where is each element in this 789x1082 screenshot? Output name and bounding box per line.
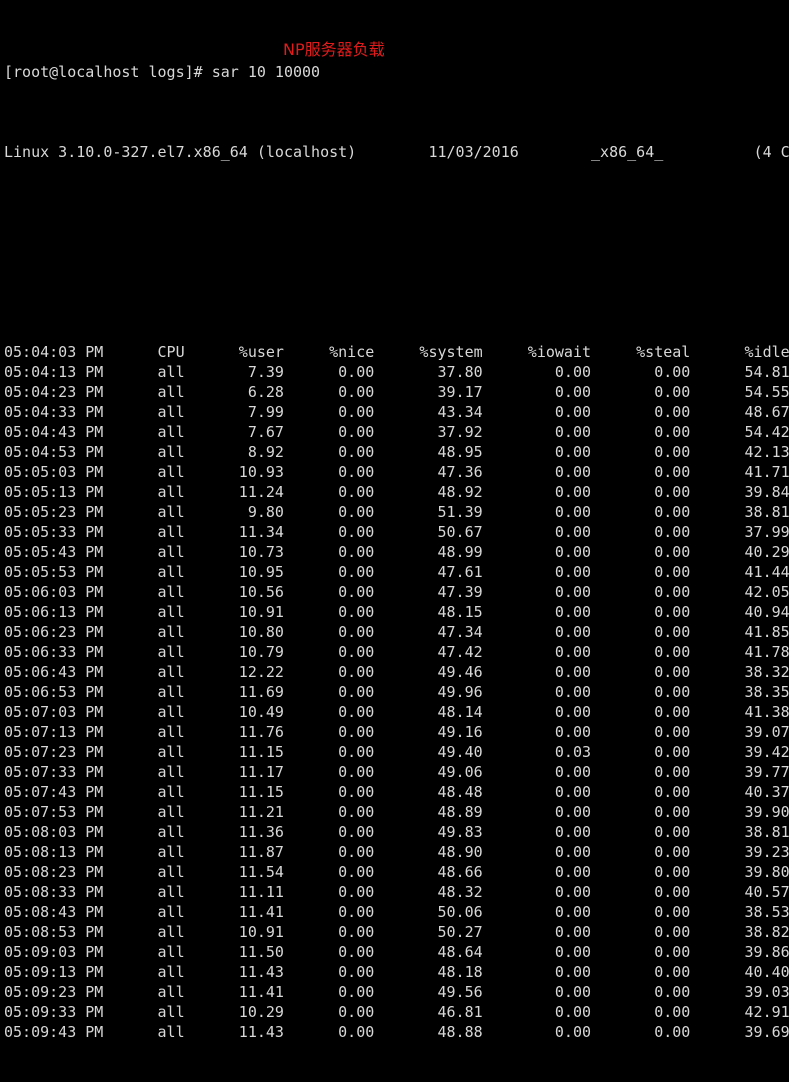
sar-system-info-line: Linux 3.10.0-327.el7.x86_64 (localhost) … <box>0 142 789 162</box>
sar-date: 11/03/2016 <box>428 143 519 161</box>
table-row: 05:04:13 PM all 7.39 0.00 37.80 0.00 0.0… <box>4 363 789 381</box>
table-row: 05:05:53 PM all 10.95 0.00 47.61 0.00 0.… <box>4 563 789 581</box>
table-row: 05:04:43 PM all 7.67 0.00 37.92 0.00 0.0… <box>4 423 789 441</box>
table-row: 05:07:43 PM all 11.15 0.00 48.48 0.00 0.… <box>4 783 789 801</box>
table-row: 05:06:43 PM all 12.22 0.00 49.46 0.00 0.… <box>4 663 789 681</box>
shell-prompt-line: [root@localhost logs]# sar 10 10000 <box>4 63 321 81</box>
table-row: 05:08:03 PM all 11.36 0.00 49.83 0.00 0.… <box>4 823 789 841</box>
sar-spacer-2 <box>519 143 591 161</box>
sar-spacer-1 <box>356 143 428 161</box>
table-row: 05:05:43 PM all 10.73 0.00 48.99 0.00 0.… <box>4 543 789 561</box>
table-row: 05:07:23 PM all 11.15 0.00 49.40 0.03 0.… <box>4 743 789 761</box>
table-row: 05:08:53 PM all 10.91 0.00 50.27 0.00 0.… <box>4 923 789 941</box>
table-row: 05:05:03 PM all 10.93 0.00 47.36 0.00 0.… <box>4 463 789 481</box>
table-row: 05:09:23 PM all 11.41 0.00 49.56 0.00 0.… <box>4 983 789 1001</box>
table-row: 05:09:33 PM all 10.29 0.00 46.81 0.00 0.… <box>4 1003 789 1021</box>
sar-cpu-count: (4 CPU) <box>753 143 789 161</box>
table-row: 05:08:13 PM all 11.87 0.00 48.90 0.00 0.… <box>4 843 789 861</box>
table-row: 05:06:23 PM all 10.80 0.00 47.34 0.00 0.… <box>4 623 789 641</box>
table-row: 05:04:53 PM all 8.92 0.00 48.95 0.00 0.0… <box>4 443 789 461</box>
table-row: 05:04:33 PM all 7.99 0.00 43.34 0.00 0.0… <box>4 403 789 421</box>
table-row: 05:09:43 PM all 11.43 0.00 48.88 0.00 0.… <box>4 1023 789 1041</box>
sar-arch: _x86_64_ <box>591 143 664 161</box>
table-row: 05:07:33 PM all 11.17 0.00 49.06 0.00 0.… <box>4 763 789 781</box>
table-row: 05:08:33 PM all 11.11 0.00 48.32 0.00 0.… <box>4 883 789 901</box>
table-row: 05:05:23 PM all 9.80 0.00 51.39 0.00 0.0… <box>4 503 789 521</box>
table-row: 05:06:33 PM all 10.79 0.00 47.42 0.00 0.… <box>4 643 789 661</box>
table-row: 05:09:03 PM all 11.50 0.00 48.64 0.00 0.… <box>4 943 789 961</box>
table-row: 05:07:13 PM all 11.76 0.00 49.16 0.00 0.… <box>4 723 789 741</box>
table-row: 05:07:53 PM all 11.21 0.00 48.89 0.00 0.… <box>4 803 789 821</box>
table-row: 05:06:53 PM all 11.69 0.00 49.96 0.00 0.… <box>4 683 789 701</box>
table-row: 05:05:13 PM all 11.24 0.00 48.92 0.00 0.… <box>4 483 789 501</box>
table-row: 05:06:13 PM all 10.91 0.00 48.15 0.00 0.… <box>4 603 789 621</box>
terminal-window[interactable]: [root@localhost logs]# sar 10 10000 Linu… <box>0 0 789 1041</box>
sar-table-header-row: 05:04:03 PM CPU %user %nice %system %iow… <box>4 343 789 361</box>
table-row: 05:07:03 PM all 10.49 0.00 48.14 0.00 0.… <box>4 703 789 721</box>
table-row: 05:06:03 PM all 10.56 0.00 47.39 0.00 0.… <box>4 583 789 601</box>
table-row: 05:04:23 PM all 6.28 0.00 39.17 0.00 0.0… <box>4 383 789 401</box>
red-annotation-label: NP服务器负载 <box>283 40 385 59</box>
sar-spacer-3 <box>663 143 753 161</box>
sar-output-table: 05:04:03 PM CPU %user %nice %system %iow… <box>0 342 789 1042</box>
table-row: 05:09:13 PM all 11.43 0.00 48.18 0.00 0.… <box>4 963 789 981</box>
table-row: 05:05:33 PM all 11.34 0.00 50.67 0.00 0.… <box>4 523 789 541</box>
sar-kernel-info: Linux 3.10.0-327.el7.x86_64 (localhost) <box>4 143 357 161</box>
table-row: 05:08:43 PM all 11.41 0.00 50.06 0.00 0.… <box>4 903 789 921</box>
table-row: 05:08:23 PM all 11.54 0.00 48.66 0.00 0.… <box>4 863 789 881</box>
